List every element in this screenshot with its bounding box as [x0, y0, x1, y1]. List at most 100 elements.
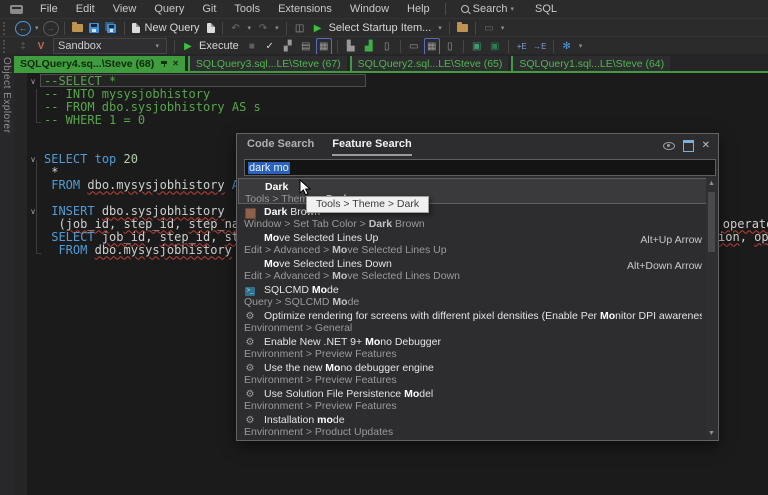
search-result-item[interactable]: Move Selected Lines DownEdit > Advanced … — [238, 256, 708, 282]
search-result-item[interactable]: >_SQLCMD ModeQuery > SQLCMD Mode — [238, 282, 708, 308]
browse-objects-icon[interactable] — [457, 24, 468, 32]
toolbar-separator — [449, 22, 450, 35]
menu-item-file[interactable]: File — [31, 1, 67, 17]
close-icon[interactable]: ✕ — [172, 59, 179, 68]
select-startup-item-button[interactable]: Select Startup Item... — [329, 22, 432, 34]
navigate-forward-icon[interactable]: → — [43, 21, 59, 36]
search-result-item[interactable]: ⚙Optimize rendering for screens with dif… — [238, 308, 708, 334]
template-parameters-icon[interactable]: ✻ — [559, 38, 575, 55]
parse-query-icon[interactable]: ✓ — [262, 38, 278, 55]
start-icon[interactable]: ▶ — [310, 20, 326, 37]
results-to-text-icon[interactable]: ▭ — [406, 38, 422, 55]
results-to-file-icon[interactable]: ▯ — [379, 38, 395, 55]
chevron-down-icon[interactable]: ▾ — [275, 24, 279, 32]
search-popup-tabs: Code Search Feature Search — [247, 138, 412, 156]
client-statistics-icon[interactable]: ▙ — [343, 38, 359, 55]
menu-item-window[interactable]: Window — [341, 1, 398, 17]
pin-icon[interactable] — [161, 60, 167, 67]
live-query-stats-icon[interactable]: ▟ — [361, 38, 377, 55]
result-breadcrumb: Edit > Advanced > Move Selected Lines Up — [244, 244, 702, 256]
disconnect-icon[interactable]: ‡ — [15, 38, 31, 55]
gear-icon: ⚙ — [244, 415, 256, 427]
scroll-down-icon[interactable]: ▼ — [706, 430, 717, 437]
cancel-query-icon[interactable]: ■ — [244, 38, 260, 55]
toolbar-grip-handle[interactable] — [3, 40, 10, 53]
search-result-item[interactable]: ⚙Installation modeEnvironment > Product … — [238, 412, 708, 438]
search-result-item[interactable]: ⚙Use Solution File Persistence ModelEnvi… — [238, 386, 708, 412]
chevron-down-icon[interactable]: ▾ — [248, 24, 252, 32]
sidebar-tab-object-explorer[interactable]: Object Explorer — [1, 57, 12, 133]
code-line: -- FROM dbo.sysjobhistory AS s — [44, 101, 768, 114]
search-result-item[interactable]: ⚙Enable New .NET 9+ Mono DebuggerEnviron… — [238, 334, 708, 360]
new-query-icon[interactable] — [132, 23, 140, 33]
document-tab-1[interactable]: SQLQuery4.sq...\Steve (68)✕ — [14, 56, 185, 71]
undo-icon[interactable]: ↶ — [228, 20, 244, 37]
task-status-icon[interactable]: ◫ — [292, 20, 308, 37]
code-line: -- WHERE 1 = 0 — [44, 114, 768, 127]
execute-play-icon[interactable]: ▶ — [180, 38, 196, 55]
estimated-plan-icon[interactable]: ▞ — [280, 38, 296, 55]
open-file-icon[interactable] — [72, 24, 83, 32]
menu-item-search[interactable]: Search ▾ — [452, 1, 526, 17]
document-tab-3[interactable]: SQLQuery2.sql...LE\Steve (65) — [350, 56, 509, 71]
change-connection-icon[interactable]: V — [33, 38, 49, 55]
comment-icon[interactable]: ▣ — [469, 38, 485, 55]
menu-item-git[interactable]: Git — [193, 1, 225, 17]
results-scrollbar[interactable]: ▲ ▼ — [706, 178, 717, 439]
close-icon[interactable]: ✕ — [702, 142, 710, 150]
result-shortcut: Alt+Up Arrow — [640, 234, 702, 246]
gear-glyph: ⚙ — [246, 312, 255, 322]
scroll-up-icon[interactable]: ▲ — [706, 180, 717, 187]
actual-plan-icon[interactable]: ▦ — [316, 38, 332, 55]
document-tab-4[interactable]: SQLQuery1.sql...LE\Steve (64) — [511, 56, 670, 71]
redo-icon[interactable]: ↷ — [255, 20, 271, 37]
sqlcmd-glyph: >_ — [245, 287, 255, 296]
execute-button[interactable]: Execute — [199, 40, 239, 52]
chevron-down-icon[interactable]: ▾ — [501, 24, 505, 32]
menu-search-label: Search — [473, 3, 508, 15]
feature-search-input[interactable]: dark mo — [244, 159, 716, 176]
fold-arrow-icon[interactable]: ∨ — [28, 75, 38, 88]
menu-item-query[interactable]: Query — [145, 1, 193, 17]
chevron-down-icon[interactable]: ▾ — [35, 24, 39, 32]
menu-item-extensions[interactable]: Extensions — [269, 1, 341, 17]
menu-item-edit[interactable]: Edit — [67, 1, 104, 17]
toolbar-grip-handle[interactable] — [3, 22, 10, 35]
scrollbar-thumb[interactable] — [708, 192, 715, 252]
toolbar-standard: ←▾→New Query↶▾↷▾◫▶Select Startup Item...… — [0, 18, 768, 37]
new-query-button[interactable]: New Query — [145, 22, 200, 34]
toolbar-separator — [553, 40, 554, 53]
results-to-grid-icon[interactable]: ▦ — [424, 38, 440, 55]
panel-icon[interactable]: ▭ — [481, 20, 497, 37]
search-result-item[interactable]: ⚙Use the new Mono debugger engineEnviron… — [238, 360, 708, 386]
menu-item-tools[interactable]: Tools — [225, 1, 269, 17]
database-combobox[interactable]: Sandbox▾ — [53, 38, 167, 54]
chevron-down-icon[interactable]: ▾ — [579, 42, 583, 50]
decrease-indent-icon[interactable]: +E — [514, 38, 530, 55]
fold-arrow-icon[interactable]: ∨ — [28, 205, 38, 218]
result-title: Use Solution File Persistence Model — [264, 388, 702, 400]
dock-window-icon[interactable] — [683, 140, 694, 152]
save-all-icon[interactable] — [105, 22, 117, 34]
menu-item-help[interactable]: Help — [398, 1, 439, 17]
toolbar-separator — [475, 22, 476, 35]
query-options-icon[interactable]: ▤ — [298, 38, 314, 55]
navigate-back-icon[interactable]: ← — [15, 21, 31, 36]
menu-item-view[interactable]: View — [104, 1, 146, 17]
increase-indent-icon[interactable]: →E — [532, 38, 548, 55]
search-result-item[interactable]: Move Selected Lines UpEdit > Advanced > … — [238, 230, 708, 256]
save-icon[interactable] — [89, 23, 99, 33]
popup-tab-code-search[interactable]: Code Search — [247, 138, 314, 156]
chevron-down-icon[interactable]: ▾ — [438, 24, 442, 32]
toolbar-separator — [400, 40, 401, 53]
result-breadcrumb: Environment > Preview Features — [244, 348, 702, 360]
search-result-item[interactable]: ⚙ — [238, 438, 708, 439]
menu-item-sql[interactable]: SQL — [526, 1, 566, 17]
uncomment-icon[interactable]: ▣ — [487, 38, 503, 55]
popup-tab-feature-search[interactable]: Feature Search — [332, 138, 411, 156]
spool-results-icon[interactable]: ▯ — [442, 38, 458, 55]
preview-eye-icon[interactable] — [663, 142, 675, 150]
document-tab-2[interactable]: SQLQuery3.sql...LE\Steve (67) — [188, 56, 347, 71]
fold-arrow-icon[interactable]: ∨ — [28, 153, 38, 166]
open-query-connection-icon[interactable] — [207, 23, 215, 33]
